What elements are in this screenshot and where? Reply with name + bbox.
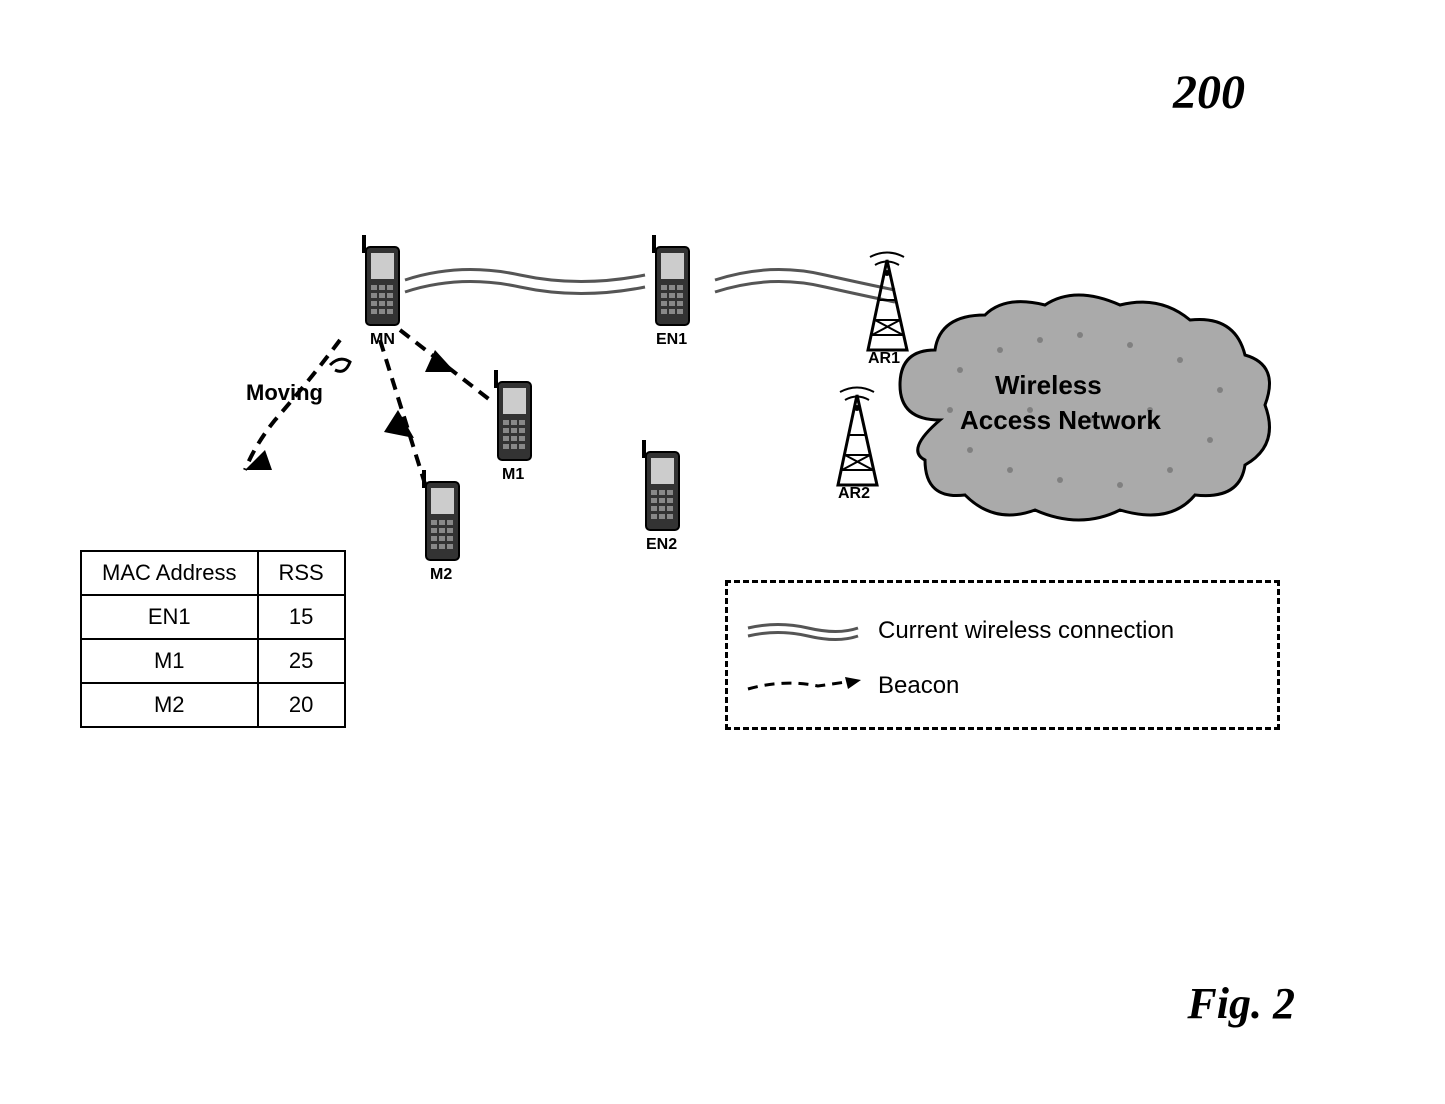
figure-caption: Fig. 2 (1187, 978, 1295, 1029)
table-cell-rss: 15 (258, 595, 345, 639)
phone-m2-label: M2 (430, 566, 452, 584)
phone-m1-label: M1 (502, 466, 524, 484)
tower-ar2-label: AR2 (838, 485, 870, 503)
legend-swatch-beacon (743, 671, 863, 701)
cloud-label-line1: Wireless (995, 370, 1102, 401)
legend-row-beacon: Beacon (743, 658, 1262, 713)
table-row: M1 25 (81, 639, 345, 683)
table-header-rss: RSS (258, 551, 345, 595)
table-cell-mac: M1 (81, 639, 258, 683)
table-cell-mac: EN1 (81, 595, 258, 639)
rss-table: MAC Address RSS EN1 15 M1 25 M2 20 (80, 550, 346, 728)
table-cell-mac: M2 (81, 683, 258, 727)
legend-row-current: Current wireless connection (743, 603, 1262, 658)
tower-ar2: AR2 (830, 380, 885, 500)
phone-en1: EN1 (650, 235, 695, 330)
phone-mn-label: MN (370, 331, 395, 349)
table-cell-rss: 20 (258, 683, 345, 727)
legend: Current wireless connection Beacon (725, 580, 1280, 730)
cloud-label-line2: Access Network (960, 405, 1161, 436)
legend-text-beacon: Beacon (878, 672, 959, 700)
table-header-row: MAC Address RSS (81, 551, 345, 595)
phone-mn: MN (360, 235, 405, 330)
phone-en2: EN2 (640, 440, 685, 535)
table-row: M2 20 (81, 683, 345, 727)
phone-m1: M1 (492, 370, 537, 465)
tower-ar1: AR1 (860, 245, 915, 365)
phone-en1-label: EN1 (656, 331, 687, 349)
moving-label: Moving (246, 380, 323, 406)
table-header-mac: MAC Address (81, 551, 258, 595)
diagram-canvas: 200 MN (0, 0, 1445, 1104)
legend-text-current: Current wireless connection (878, 617, 1174, 645)
phone-en2-label: EN2 (646, 536, 677, 554)
table-row: EN1 15 (81, 595, 345, 639)
table-cell-rss: 25 (258, 639, 345, 683)
legend-swatch-current (743, 616, 863, 646)
phone-m2: M2 (420, 470, 465, 565)
tower-ar1-label: AR1 (868, 350, 900, 368)
cloud-wireless-network: Wireless Access Network (880, 290, 1280, 540)
